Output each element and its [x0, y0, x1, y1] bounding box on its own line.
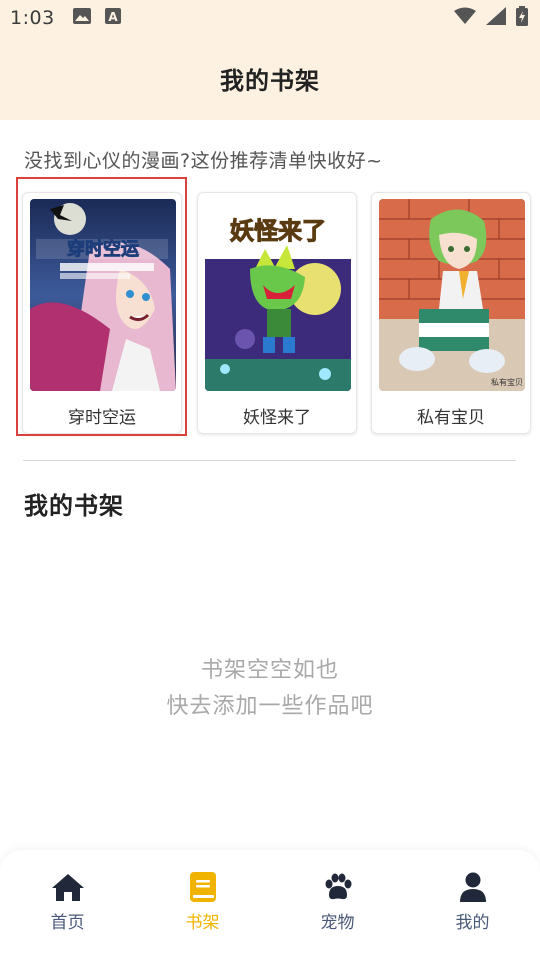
recommend-card-title-2: 妖怪来了 — [243, 408, 311, 428]
nav-item-profile[interactable]: 我的 — [405, 850, 540, 960]
recommend-card-2[interactable]: 妖怪来了 妖怪来了 — [197, 192, 357, 434]
nav-label-profile: 我的 — [455, 913, 490, 933]
image-icon — [72, 8, 91, 28]
recommend-card-title-3: 私有宝贝 — [417, 408, 485, 428]
cover-title-1: 穿时空运 — [67, 238, 139, 260]
paw-icon — [323, 870, 353, 904]
status-bar: 1:03 A — [0, 0, 540, 36]
cover-title-3: 私有宝贝 — [491, 377, 523, 387]
book-icon — [189, 870, 217, 904]
nav-label-home: 首页 — [50, 913, 85, 933]
nav-label-pet: 宠物 — [320, 913, 355, 933]
recommend-card-3[interactable]: 私有宝贝 私有宝贝 — [371, 192, 531, 434]
comic-cover-2: 妖怪来了 — [205, 199, 351, 391]
text-a-icon: A — [104, 8, 121, 28]
signal-icon — [486, 7, 506, 29]
wifi-icon — [454, 7, 476, 29]
recommend-list: 穿时空运 穿时空运 妖怪来了 妖怪来了 私有宝贝 私有宝贝 — [22, 192, 532, 436]
shelf-heading: 我的书架 — [24, 492, 124, 520]
nav-label-bookshelf: 书架 — [185, 913, 220, 933]
title-bar: 我的书架 — [0, 36, 540, 120]
home-icon — [51, 870, 85, 904]
empty-shelf-message: 书架空空如也 — [200, 658, 339, 683]
nav-item-pet[interactable]: 宠物 — [270, 850, 405, 960]
recommend-text: 没找到心仪的漫画?这份推荐清单快收好~ — [24, 150, 383, 172]
divider — [23, 460, 516, 461]
cover-title-2: 妖怪来了 — [230, 217, 326, 245]
recommend-card-1[interactable]: 穿时空运 穿时空运 — [22, 192, 182, 434]
svg-text:A: A — [108, 10, 118, 24]
empty-shelf-hint: 快去添加一些作品吧 — [166, 694, 374, 719]
battery-icon — [516, 6, 528, 30]
nav-item-home[interactable]: 首页 — [0, 850, 135, 960]
comic-cover-1: 穿时空运 — [30, 199, 176, 391]
recommend-card-title-1: 穿时空运 — [68, 408, 136, 428]
comic-cover-3: 私有宝贝 — [379, 199, 525, 391]
user-icon — [459, 870, 487, 904]
bottom-nav: 首页 书架 宠物 我的 — [0, 850, 540, 960]
page-title: 我的书架 — [220, 66, 320, 95]
nav-item-bookshelf[interactable]: 书架 — [135, 850, 270, 960]
status-time: 1:03 — [10, 7, 55, 29]
